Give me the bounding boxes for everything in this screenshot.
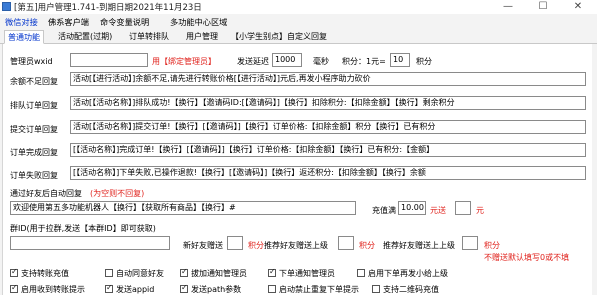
close-button[interactable]: ✕ [563, 0, 593, 14]
new-friend-label: 新好友赠送 [183, 241, 223, 250]
checkbox-qrcode-recharge[interactable]: 支持二维码充值 [372, 284, 439, 295]
reply-label: 排队订单回复 [10, 101, 58, 110]
minimize-button[interactable]: — [493, 0, 523, 14]
tab-custom-reply[interactable]: 【小学生别点】自定义回复 [228, 30, 330, 44]
reply-input-queue[interactable]: 活动[【活动名称】]排队成功!【换行】【邀请码ID:[【邀请码】]【换行】扣除积… [70, 96, 586, 110]
recharge-amount-input[interactable]: 10.00 [398, 201, 426, 215]
checkbox-box [180, 283, 188, 293]
bind-admin-hint: 用【绑定管理员】 [152, 57, 216, 66]
points-rate-label: 积分：1元= [342, 57, 386, 66]
checkbox-send-path[interactable]: 发送path参数 [180, 283, 241, 295]
admin-wxid-label: 管理员wxid [10, 57, 53, 66]
checkbox-notify-admin-add[interactable]: 拔加通知管理员 [180, 267, 247, 279]
tab-general[interactable]: 普通功能 [4, 30, 44, 44]
points-label: 积分 [248, 241, 264, 250]
friend-reply-label: 通过好友后自动回复 [10, 189, 82, 198]
recommend-grandparent-input[interactable] [462, 236, 478, 250]
window-title: [第五]用户管理1.741-到期日期2021年11月23日 [14, 3, 202, 13]
checkbox-box [372, 285, 380, 293]
group-id-label: 群ID(用于拉群,发送【本群ID】即可获取) [10, 224, 156, 233]
zero-default-warning: 不赠送默认填写0或不填 [484, 253, 570, 262]
app-icon [2, 2, 11, 11]
reply-label: 订单完成回复 [10, 148, 58, 157]
admin-wxid-input[interactable] [70, 53, 148, 67]
yuan-label: 元 [476, 206, 484, 215]
group-id-input[interactable] [10, 236, 170, 250]
title-bar: [第五]用户管理1.741-到期日期2021年11月23日 — ☐ ✕ [0, 0, 597, 14]
checkbox-send-appid[interactable]: 发送appid [105, 283, 154, 295]
yuan-send-label: 元送 [430, 206, 446, 215]
new-friend-points-input[interactable] [227, 236, 243, 250]
reply-input-complete[interactable]: [【活动名称】]完成订单!【换行】[【邀请码】]【换行】订单价格:【扣除金额】【… [70, 143, 586, 157]
maximize-button[interactable]: ☐ [528, 0, 558, 14]
recommend-parent-input[interactable] [338, 236, 354, 250]
tab-queue[interactable]: 订单转排队 [126, 30, 172, 44]
reply-input-failed[interactable]: [【活动名称】]下单失败,已操作退款!【换行】[【邀请码】]【换行】返还积分:【… [70, 166, 586, 180]
checkbox-box [268, 285, 276, 293]
tab-activity[interactable]: 活动配置(过期) [55, 30, 115, 44]
reply-label: 提交订单回复 [10, 125, 58, 134]
checkbox-box [268, 267, 276, 277]
checkbox-transfer-notice[interactable]: 启用收到转账提示 [10, 283, 85, 295]
points-rate-input[interactable]: 10 [390, 53, 410, 67]
checkbox-notify-admin-order[interactable]: 下单通知管理员 [268, 267, 335, 279]
menu-bar: 微信对接 佛系客户端 命令变量说明 多功能中心区域 [0, 14, 597, 28]
send-delay-label: 发送延迟 [237, 57, 269, 66]
checkbox-no-duplicate-order[interactable]: 启动禁止重复下单提示 [268, 284, 359, 295]
friend-reply-input[interactable]: 欢迎使用第五多功能机器人【换行】【获取所有商品】【换行】# [10, 201, 356, 215]
ms-label: 毫秒 [313, 57, 329, 66]
points-label: 积分 [359, 241, 375, 250]
checkbox-box [10, 283, 18, 293]
recommend-parent-label: 推荐好友赠送上级 [264, 241, 328, 250]
checkbox-box [105, 269, 113, 277]
recharge-label: 充值满 [372, 206, 396, 215]
reply-label: 余额不足回复 [10, 77, 58, 86]
points-unit: 积分 [416, 57, 432, 66]
tab-users[interactable]: 用户管理 [183, 30, 221, 44]
checkbox-box [180, 267, 188, 277]
checkbox-box [357, 269, 365, 277]
reply-label: 订单失败回复 [10, 171, 58, 180]
checkbox-auto-accept-friend[interactable]: 自动同意好友 [105, 268, 164, 279]
send-delay-input[interactable]: 1000 [272, 53, 302, 67]
tab-bar: 普通功能 活动配置(过期) 订单转排队 用户管理 【小学生别点】自定义回复 [0, 30, 597, 44]
points-label: 积分 [484, 241, 500, 250]
menu-commands[interactable]: 命令变量说明 [100, 16, 149, 28]
menu-wechat[interactable]: 微信对接 [5, 16, 38, 28]
reply-input-submit[interactable]: 活动[【活动名称】]提交订单!【换行】[【邀请码】]【换行】订单价格:【扣除金额… [70, 120, 586, 134]
bonus-amount-input[interactable] [455, 201, 471, 215]
recommend-grandparent-label: 推荐好友赠送上上级 [383, 241, 455, 250]
checkbox-order-notify-parent[interactable]: 启用下单再发小给上级 [357, 268, 448, 279]
checkbox-transfer-recharge[interactable]: 支持转账充值 [10, 267, 69, 279]
menu-client[interactable]: 佛系客户端 [48, 16, 89, 28]
friend-reply-hint: (为空则不回复) [90, 189, 145, 198]
menu-multifunction[interactable]: 多功能中心区域 [170, 16, 227, 28]
reply-input-insufficient[interactable]: 活动[【进行活动】]余额不足,请先进行转账价格[【进行活动】]元后,再发小程序助… [70, 72, 586, 86]
checkbox-box [105, 283, 113, 293]
checkbox-box [10, 267, 18, 277]
